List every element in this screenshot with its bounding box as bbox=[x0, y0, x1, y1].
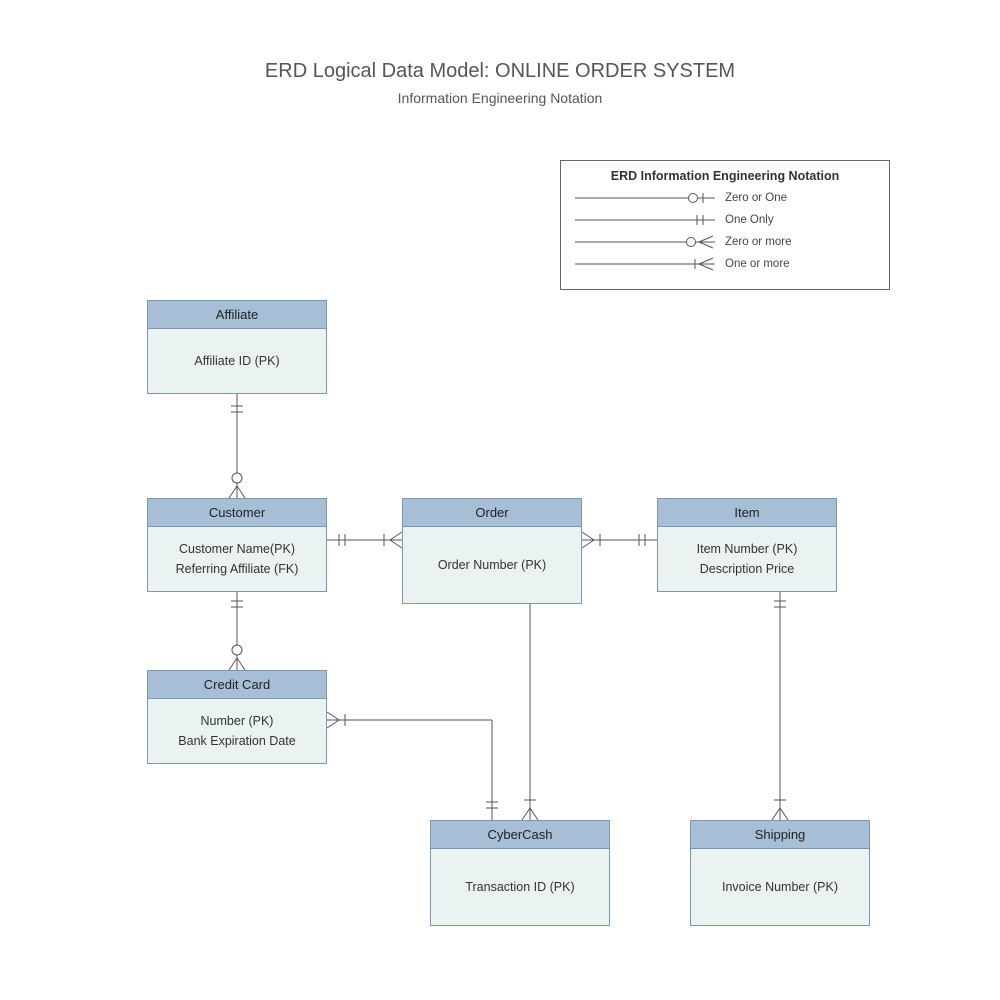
entity-cybercash: CyberCash Transaction ID (PK) bbox=[430, 820, 610, 926]
entity-attr: Number (PK) bbox=[158, 711, 316, 731]
legend-row-one-only: One Only bbox=[575, 211, 875, 229]
entity-customer: Customer Customer Name(PK) Referring Aff… bbox=[147, 498, 327, 592]
legend-row-one-or-more: One or more bbox=[575, 255, 875, 273]
entity-body: Customer Name(PK) Referring Affiliate (F… bbox=[148, 527, 326, 591]
erd-canvas: ERD Logical Data Model: ONLINE ORDER SYS… bbox=[0, 0, 1000, 1000]
entity-header: Shipping bbox=[691, 821, 869, 849]
entity-header: Customer bbox=[148, 499, 326, 527]
entity-header: Credit Card bbox=[148, 671, 326, 699]
legend-box: ERD Information Engineering Notation Zer… bbox=[560, 160, 890, 290]
legend-label: Zero or more bbox=[725, 236, 791, 248]
entity-body: Invoice Number (PK) bbox=[691, 849, 869, 925]
entity-attr: Transaction ID (PK) bbox=[441, 877, 599, 897]
entity-body: Affiliate ID (PK) bbox=[148, 329, 326, 393]
entity-affiliate: Affiliate Affiliate ID (PK) bbox=[147, 300, 327, 394]
legend-label: Zero or One bbox=[725, 192, 787, 204]
entity-header: Order bbox=[403, 499, 581, 527]
diagram-title: ERD Logical Data Model: ONLINE ORDER SYS… bbox=[0, 60, 1000, 83]
entity-body: Number (PK) Bank Expiration Date bbox=[148, 699, 326, 763]
legend-row-zero-or-one: Zero or One bbox=[575, 189, 875, 207]
entity-shipping: Shipping Invoice Number (PK) bbox=[690, 820, 870, 926]
entity-attr: Item Number (PK) bbox=[668, 539, 826, 559]
entity-attr: Order Number (PK) bbox=[413, 555, 571, 575]
entity-item: Item Item Number (PK) Description Price bbox=[657, 498, 837, 592]
entity-attr: Customer Name(PK) bbox=[158, 539, 316, 559]
legend-label: One Only bbox=[725, 214, 774, 226]
legend-row-zero-or-more: Zero or more bbox=[575, 233, 875, 251]
legend-symbol-zero-or-one bbox=[575, 189, 715, 207]
legend-label: One or more bbox=[725, 258, 790, 270]
entity-order: Order Order Number (PK) bbox=[402, 498, 582, 604]
entity-header: Item bbox=[658, 499, 836, 527]
legend-title: ERD Information Engineering Notation bbox=[575, 169, 875, 183]
entity-attr: Bank Expiration Date bbox=[158, 731, 316, 751]
entity-attr: Invoice Number (PK) bbox=[701, 877, 859, 897]
entity-attr: Referring Affiliate (FK) bbox=[158, 559, 316, 579]
entity-body: Order Number (PK) bbox=[403, 527, 581, 603]
entity-body: Item Number (PK) Description Price bbox=[658, 527, 836, 591]
entity-header: Affiliate bbox=[148, 301, 326, 329]
entity-creditcard: Credit Card Number (PK) Bank Expiration … bbox=[147, 670, 327, 764]
entity-attr: Description Price bbox=[668, 559, 826, 579]
entity-attr: Affiliate ID (PK) bbox=[158, 351, 316, 371]
legend-symbol-one-or-more bbox=[575, 255, 715, 273]
entity-header: CyberCash bbox=[431, 821, 609, 849]
legend-symbol-one-only bbox=[575, 211, 715, 229]
diagram-subtitle: Information Engineering Notation bbox=[0, 90, 1000, 106]
entity-body: Transaction ID (PK) bbox=[431, 849, 609, 925]
legend-symbol-zero-or-more bbox=[575, 233, 715, 251]
